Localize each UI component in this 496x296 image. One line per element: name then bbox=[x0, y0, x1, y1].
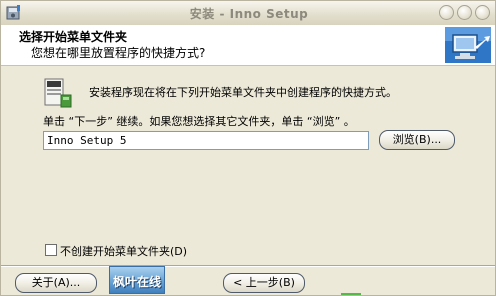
watermark-text: 枫叶在线 bbox=[112, 275, 161, 289]
browse-button[interactable]: 浏览(B)... bbox=[379, 130, 455, 150]
title-bar[interactable]: 安装 - Inno Setup bbox=[1, 1, 495, 26]
footer-divider bbox=[1, 265, 495, 267]
minimize-button[interactable] bbox=[439, 5, 454, 20]
wizard-header: 选择开始菜单文件夹 您想在哪里放置程序的快捷方式? bbox=[1, 25, 495, 66]
about-button[interactable]: 关于(A)... bbox=[15, 273, 97, 293]
setup-window: 安装 - Inno Setup 选择开始菜单文件夹 您想在哪里放置程序的快捷方式… bbox=[0, 0, 496, 296]
page-subtitle: 您想在哪里放置程序的快捷方式? bbox=[31, 46, 206, 60]
computer-arrow-icon bbox=[445, 27, 491, 63]
no-folder-label: 不创建开始菜单文件夹(D) bbox=[60, 245, 188, 258]
close-button[interactable] bbox=[475, 5, 490, 20]
intro-text: 安装程序现在将在下列开始菜单文件夹中创建程序的快捷方式。 bbox=[89, 86, 397, 99]
start-menu-folder-input[interactable] bbox=[43, 131, 369, 150]
no-folder-checkbox[interactable] bbox=[45, 244, 57, 256]
next-button-edge bbox=[341, 293, 361, 295]
page-title: 选择开始菜单文件夹 bbox=[19, 30, 128, 44]
program-folder-icon bbox=[43, 77, 73, 109]
watermark-badge: 枫叶在线 bbox=[109, 266, 165, 294]
maximize-button[interactable] bbox=[457, 5, 472, 20]
hint-text: 单击 “下一步” 继续。如果您想选择其它文件夹，单击 “浏览” 。 bbox=[43, 115, 355, 128]
no-folder-option[interactable]: 不创建开始菜单文件夹(D) bbox=[45, 243, 187, 259]
window-title: 安装 - Inno Setup bbox=[189, 7, 309, 21]
back-button[interactable]: < 上一步(B) bbox=[223, 273, 305, 293]
